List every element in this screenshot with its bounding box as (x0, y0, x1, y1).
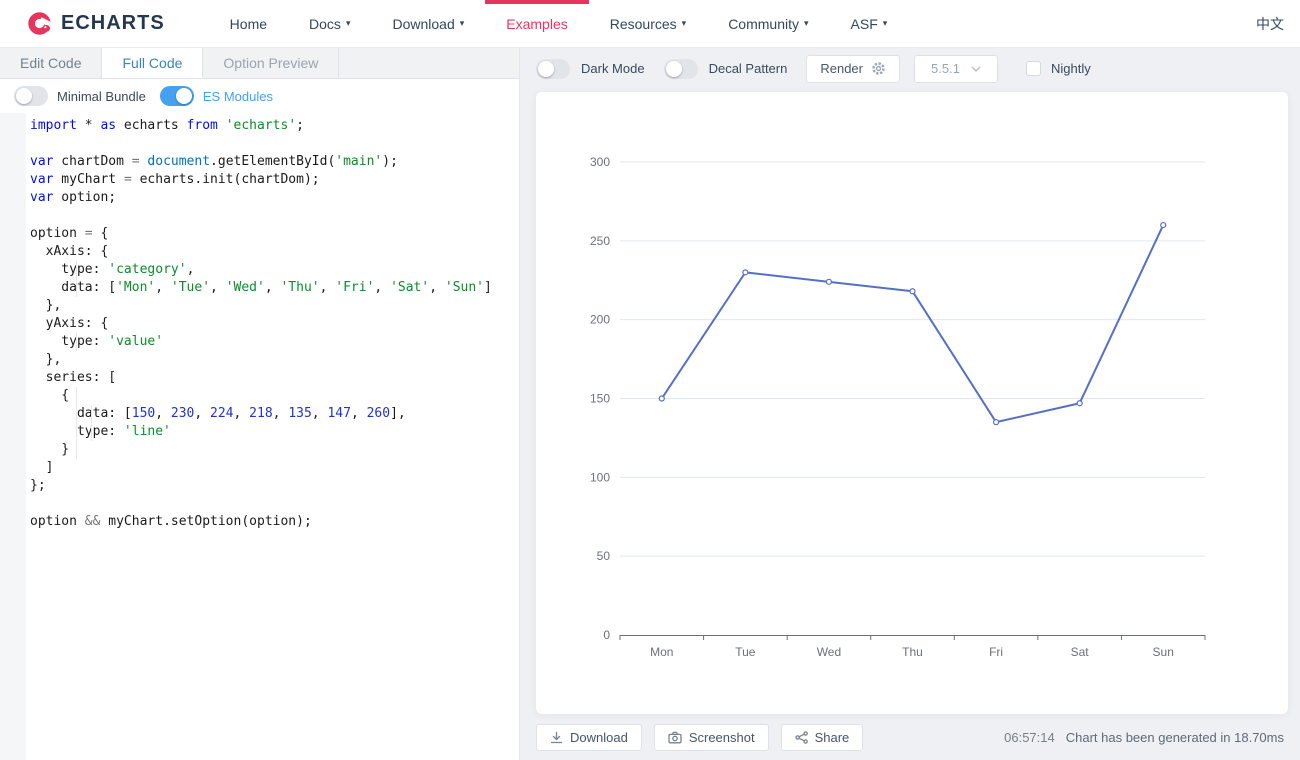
decal-pattern-toggle[interactable] (664, 59, 698, 79)
navbar: ECHARTS Home Docs ▾ Download ▾ Examples … (0, 0, 1300, 48)
preview-panel: Dark Mode Decal Pattern Render 5.5.1 (520, 48, 1300, 760)
chart-card: 0 50 100 150 200 250 300 Mon Tue Wed Thu Fri Sat Sun (536, 92, 1288, 714)
svg-text:Sat: Sat (1071, 645, 1090, 659)
version-select[interactable]: 5.5.1 (914, 55, 998, 83)
svg-text:Mon: Mon (650, 645, 673, 659)
nav-item-home[interactable]: Home (209, 0, 288, 47)
share-icon (795, 731, 808, 744)
svg-text:Wed: Wed (817, 645, 841, 659)
camera-icon (668, 731, 682, 744)
render-timestamp: 06:57:14 (1004, 730, 1055, 745)
svg-text:Tue: Tue (735, 645, 756, 659)
nightly-checkbox[interactable] (1026, 61, 1041, 76)
dark-mode-label: Dark Mode (581, 61, 645, 76)
toggle-knob (176, 88, 192, 104)
nav-menu: Home Docs ▾ Download ▾ Examples Resource… (209, 0, 909, 47)
toggle-knob (538, 61, 554, 77)
tab-edit-code[interactable]: Edit Code (0, 48, 102, 78)
nav-item-resources[interactable]: Resources ▾ (589, 0, 707, 47)
logo-text: ECHARTS (61, 12, 165, 35)
decal-pattern-label: Decal Pattern (709, 61, 788, 76)
echarts-logo[interactable]: ECHARTS (26, 10, 165, 37)
chart-actions-bar: Download Screenshot (520, 714, 1300, 760)
svg-text:Thu: Thu (902, 645, 923, 659)
preview-toolbar: Dark Mode Decal Pattern Render 5.5.1 (520, 48, 1300, 89)
svg-text:100: 100 (590, 470, 610, 484)
nav-item-community[interactable]: Community ▾ (707, 0, 829, 47)
caret-down-icon: ▾ (460, 18, 465, 29)
nav-item-asf[interactable]: ASF ▾ (830, 0, 909, 47)
language-switch[interactable]: 中文 (1256, 14, 1284, 34)
code-editor: import * as echarts from 'echarts'; var … (0, 113, 519, 760)
caret-down-icon: ▾ (804, 18, 809, 29)
minimal-bundle-label: Minimal Bundle (57, 89, 146, 104)
download-button[interactable]: Download (536, 724, 642, 751)
chart-canvas[interactable]: 0 50 100 150 200 250 300 Mon Tue Wed Thu Fri Sat Sun (536, 92, 1288, 714)
code-panel: Edit Code Full Code Option Preview Minim… (0, 48, 520, 760)
editor-tabbar: Edit Code Full Code Option Preview (0, 48, 519, 79)
caret-down-icon: ▾ (682, 18, 687, 29)
render-button[interactable]: Render (806, 55, 900, 83)
svg-text:300: 300 (590, 155, 610, 169)
share-button[interactable]: Share (781, 724, 864, 751)
caret-down-icon: ▾ (883, 18, 888, 29)
render-status: 06:57:14 Chart has been generated in 18.… (1004, 730, 1284, 745)
toggle-knob (666, 61, 682, 77)
nav-item-download[interactable]: Download ▾ (371, 0, 485, 47)
caret-down-icon: ▾ (346, 18, 351, 29)
nav-item-docs[interactable]: Docs ▾ (288, 0, 371, 47)
es-modules-toggle[interactable] (160, 86, 194, 106)
svg-text:200: 200 (590, 313, 610, 327)
bundle-toggle-row: Minimal Bundle ES Modules (0, 79, 519, 113)
tab-full-code[interactable]: Full Code (102, 48, 203, 78)
screenshot-button[interactable]: Screenshot (654, 724, 769, 751)
active-nav-indicator (485, 0, 588, 4)
nav-item-examples[interactable]: Examples (485, 0, 588, 47)
echarts-logo-icon (26, 10, 53, 37)
chevron-down-icon (971, 66, 981, 72)
toggle-knob (16, 88, 32, 104)
svg-text:150: 150 (590, 392, 610, 406)
tab-option-preview[interactable]: Option Preview (203, 48, 339, 78)
svg-text:50: 50 (597, 549, 611, 563)
code-lines[interactable]: import * as echarts from 'echarts'; var … (0, 113, 519, 760)
svg-text:Fri: Fri (989, 645, 1003, 659)
render-message: Chart has been generated in 18.70ms (1066, 730, 1284, 745)
svg-text:0: 0 (603, 628, 610, 642)
gear-icon (871, 61, 886, 76)
download-icon (550, 731, 563, 744)
svg-text:Sun: Sun (1153, 645, 1174, 659)
minimal-bundle-toggle[interactable] (14, 86, 48, 106)
es-modules-label: ES Modules (203, 89, 273, 104)
svg-text:250: 250 (590, 234, 610, 248)
nightly-label: Nightly (1051, 61, 1091, 76)
dark-mode-toggle[interactable] (536, 59, 570, 79)
